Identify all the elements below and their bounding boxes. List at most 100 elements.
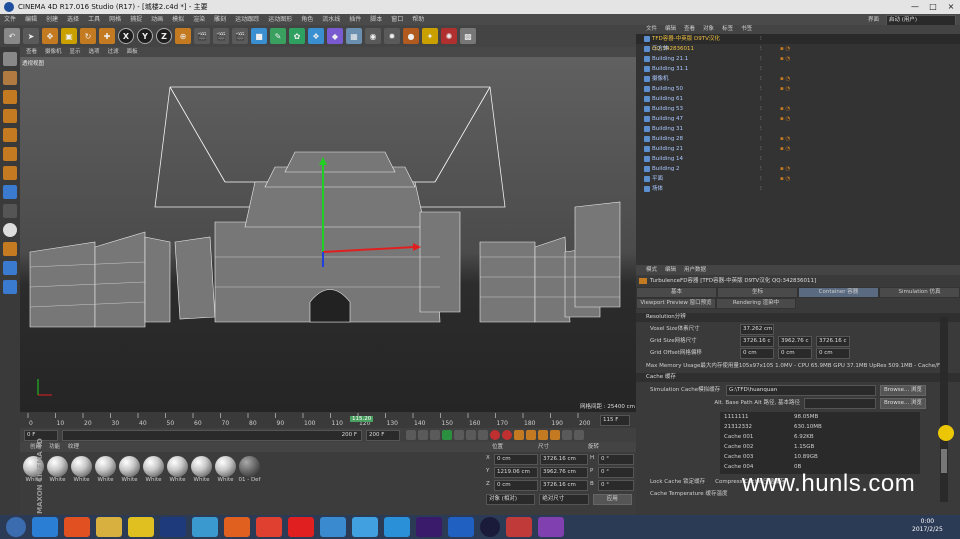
position-field[interactable]: 1219.06 cm <box>494 467 538 478</box>
key-param-icon[interactable] <box>550 430 560 440</box>
attr-menu-item[interactable]: 用户数据 <box>684 265 706 275</box>
plugin-icon[interactable]: ✦ <box>422 28 438 44</box>
object-row[interactable]: 三方体 ⁝ ▪ ◔ <box>636 44 960 54</box>
tag-icons[interactable] <box>780 124 820 134</box>
voxel-size-field[interactable]: 37.262 cm <box>740 324 774 335</box>
material-swatch[interactable]: White <box>190 456 213 483</box>
object-row[interactable]: Building 14 ⁝ <box>636 154 960 164</box>
timeline[interactable]: 0 10 20 30 40 50 60 70 80 90 100 110 120 130 140 150 160… <box>20 412 636 428</box>
object-row[interactable]: Building 28 ⁝ ▪ ◔ <box>636 134 960 144</box>
viewport-menu-item[interactable]: 面板 <box>127 47 138 57</box>
add-icon[interactable]: ✚ <box>99 28 115 44</box>
key-scale-icon[interactable] <box>526 430 536 440</box>
soft-select-icon[interactable] <box>3 223 17 237</box>
record-icon[interactable] <box>490 430 500 440</box>
object-name[interactable]: 三方体 <box>636 44 760 54</box>
menu-item[interactable]: 运动跟踪 <box>235 14 259 25</box>
object-menu-item[interactable]: 编辑 <box>665 25 676 34</box>
ie-icon[interactable] <box>32 517 58 537</box>
alt-base-path[interactable] <box>804 398 876 409</box>
menu-item[interactable]: 编辑 <box>25 14 37 25</box>
tag-icons[interactable]: ▪ ◔ <box>780 44 820 54</box>
y-axis-button[interactable]: Y <box>137 28 153 44</box>
attr-tab[interactable]: 基本 <box>636 287 717 298</box>
menu-item[interactable]: 捕捉 <box>130 14 142 25</box>
attr-scrollbar[interactable] <box>940 317 948 502</box>
cache-list-row[interactable]: Cache 003 10.89GB <box>720 452 920 462</box>
menu-item[interactable]: 窗口 <box>391 14 403 25</box>
object-name[interactable]: Building 61 <box>636 94 760 104</box>
play-icon[interactable] <box>442 430 452 440</box>
grid-offset-z[interactable]: 0 cm <box>816 348 850 359</box>
go-start-icon[interactable] <box>406 430 416 440</box>
object-name[interactable]: Building 2 <box>636 164 760 174</box>
visibility-dots-icon[interactable]: ⁝ <box>760 174 780 184</box>
scene-icon[interactable]: ▦ <box>346 28 362 44</box>
magnet-icon[interactable] <box>3 242 17 256</box>
attr-tab[interactable]: 坐标 <box>717 287 798 298</box>
polygons-mode-icon[interactable] <box>3 147 17 161</box>
viewport-menu-item[interactable]: 过滤 <box>108 47 119 57</box>
prev-frame-icon[interactable] <box>430 430 440 440</box>
tag-icons[interactable] <box>780 34 820 44</box>
nurbs-icon[interactable]: ✿ <box>289 28 305 44</box>
z-axis-button[interactable]: Z <box>156 28 172 44</box>
object-menu-item[interactable]: 文件 <box>646 25 657 34</box>
lock-cache-label[interactable]: Lock Cache 锁定缓存 <box>650 477 705 485</box>
tag-icons[interactable]: ▪ ◔ <box>780 74 820 84</box>
cube-icon[interactable]: ■ <box>251 28 267 44</box>
menu-item[interactable]: 角色 <box>301 14 313 25</box>
grid-size-x[interactable]: 3726.16 c <box>740 336 774 347</box>
tag-icons[interactable] <box>780 154 820 164</box>
tag-icons[interactable]: ▪ ◔ <box>780 84 820 94</box>
minimize-button[interactable]: — <box>906 0 924 14</box>
tweak-icon[interactable] <box>3 204 17 218</box>
app6-icon[interactable] <box>448 517 474 537</box>
menu-item[interactable]: 文件 <box>4 14 16 25</box>
grid-icon[interactable] <box>3 261 17 275</box>
object-row[interactable]: Building 50 ⁝ ▪ ◔ <box>636 84 960 94</box>
viewport-menu-item[interactable]: 摄像机 <box>45 47 62 57</box>
next-key-icon[interactable] <box>466 430 476 440</box>
app-icon[interactable] <box>128 517 154 537</box>
cache-list-row[interactable]: 1111111 98.05MB <box>720 412 920 422</box>
object-row[interactable]: Building 21 ⁝ ▪ ◔ <box>636 144 960 154</box>
visibility-dots-icon[interactable]: ⁝ <box>760 184 780 194</box>
visibility-dots-icon[interactable]: ⁝ <box>760 114 780 124</box>
frame-range-slider[interactable]: 200 F <box>62 430 362 441</box>
photoshop-icon[interactable] <box>160 517 186 537</box>
tag-icons[interactable]: ▪ ◔ <box>780 104 820 114</box>
prev-key-icon[interactable] <box>418 430 428 440</box>
menu-item[interactable]: 模拟 <box>172 14 184 25</box>
viewport-menu-item[interactable]: 选项 <box>89 47 100 57</box>
attr-tab-secondary[interactable]: Rendering 渲染中 <box>716 298 796 309</box>
browse-button[interactable]: Browse... 浏览 <box>880 385 926 396</box>
end-frame-input[interactable]: 200 F <box>366 430 400 441</box>
object-name[interactable]: Building 21.1 <box>636 54 760 64</box>
edges-mode-icon[interactable] <box>3 128 17 142</box>
menu-item[interactable]: 流水线 <box>322 14 340 25</box>
visibility-dots-icon[interactable]: ⁝ <box>760 104 780 114</box>
menu-item[interactable]: 工具 <box>88 14 100 25</box>
cache-list[interactable]: 1111111 98.05MB 21312332 630.10MB Cache 001 6… <box>720 412 920 474</box>
autokey-icon[interactable] <box>502 430 512 440</box>
object-name[interactable]: Building 28 <box>636 134 760 144</box>
rotation-field[interactable]: 0 ° <box>598 467 634 478</box>
grid-offset-x[interactable]: 0 cm <box>740 348 774 359</box>
move-icon[interactable]: ✥ <box>42 28 58 44</box>
tag-icons[interactable]: ▪ ◔ <box>780 144 820 154</box>
scale-icon[interactable]: ▣ <box>61 28 77 44</box>
sim-cache-path[interactable]: G:\TFD\huanquan <box>726 385 876 396</box>
object-name[interactable]: Building 53 <box>636 104 760 114</box>
size-mode-select[interactable]: 绝对尺寸 <box>539 494 589 505</box>
workplane-icon[interactable] <box>3 90 17 104</box>
tag-icons[interactable]: ▪ ◔ <box>780 134 820 144</box>
snap-icon[interactable] <box>3 185 17 199</box>
menu-item[interactable]: 雕刻 <box>214 14 226 25</box>
attr-tab[interactable]: Container 容器 <box>798 287 879 298</box>
app5-icon[interactable] <box>352 517 378 537</box>
points-mode-icon[interactable] <box>3 109 17 123</box>
render-settings-icon[interactable]: 🎬 <box>232 28 248 44</box>
rotation-field[interactable]: 0 ° <box>598 454 634 465</box>
object-name[interactable]: Building 31 <box>636 124 760 134</box>
